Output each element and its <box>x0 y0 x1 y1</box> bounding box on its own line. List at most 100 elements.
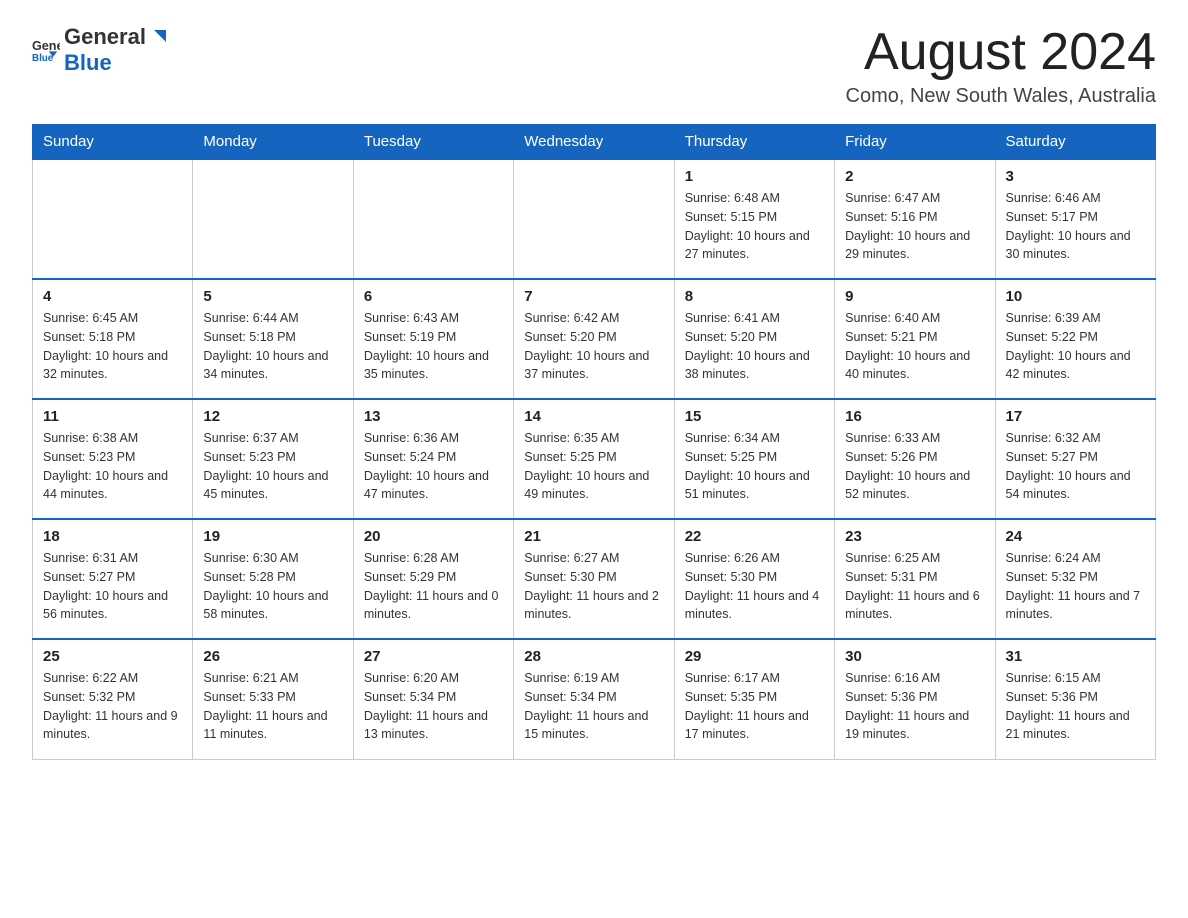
table-row: 15 Sunrise: 6:34 AMSunset: 5:25 PMDayligh… <box>674 399 834 519</box>
day-info: Sunrise: 6:25 AMSunset: 5:31 PMDaylight:… <box>845 549 984 624</box>
day-info: Sunrise: 6:15 AMSunset: 5:36 PMDaylight:… <box>1006 669 1145 744</box>
table-row: 1 Sunrise: 6:48 AMSunset: 5:15 PMDaylight… <box>674 159 834 279</box>
day-info: Sunrise: 6:48 AMSunset: 5:15 PMDaylight:… <box>685 189 824 264</box>
table-row: 21 Sunrise: 6:27 AMSunset: 5:30 PMDayligh… <box>514 519 674 639</box>
table-row <box>33 159 193 279</box>
calendar-header-row: SundayMondayTuesdayWednesdayThursdayFrid… <box>33 125 1156 160</box>
day-info: Sunrise: 6:35 AMSunset: 5:25 PMDaylight:… <box>524 429 663 504</box>
table-row <box>193 159 353 279</box>
table-row <box>514 159 674 279</box>
day-info: Sunrise: 6:41 AMSunset: 5:20 PMDaylight:… <box>685 309 824 384</box>
day-number: 2 <box>845 168 984 185</box>
table-row: 3 Sunrise: 6:46 AMSunset: 5:17 PMDaylight… <box>995 159 1155 279</box>
day-number: 15 <box>685 408 824 425</box>
logo-triangle-icon <box>148 26 170 48</box>
table-row: 11Sunrise: 6:38 AMSunset: 5:23 PMDayligh… <box>33 399 193 519</box>
table-row: 30 Sunrise: 6:16 AMSunset: 5:36 PMDayligh… <box>835 639 995 759</box>
day-info: Sunrise: 6:47 AMSunset: 5:16 PMDaylight:… <box>845 189 984 264</box>
day-info: Sunrise: 6:26 AMSunset: 5:30 PMDaylight:… <box>685 549 824 624</box>
day-number: 5 <box>203 288 342 305</box>
day-info: Sunrise: 6:24 AMSunset: 5:32 PMDaylight:… <box>1006 549 1145 624</box>
day-number: 11 <box>43 408 182 425</box>
calendar-header-tuesday: Tuesday <box>353 125 513 160</box>
day-number: 24 <box>1006 528 1145 545</box>
day-info: Sunrise: 6:30 AMSunset: 5:28 PMDaylight:… <box>203 549 342 624</box>
day-number: 21 <box>524 528 663 545</box>
svg-text:Blue: Blue <box>32 53 54 64</box>
table-row: 10 Sunrise: 6:39 AMSunset: 5:22 PMDayligh… <box>995 279 1155 399</box>
day-number: 13 <box>364 408 503 425</box>
table-row: 16Sunrise: 6:33 AMSunset: 5:26 PMDayligh… <box>835 399 995 519</box>
day-number: 1 <box>685 168 824 185</box>
table-row: 22 Sunrise: 6:26 AMSunset: 5:30 PMDayligh… <box>674 519 834 639</box>
logo-general: General <box>64 24 146 50</box>
day-info: Sunrise: 6:40 AMSunset: 5:21 PMDaylight:… <box>845 309 984 384</box>
logo-blue: Blue <box>64 50 112 75</box>
table-row: 7Sunrise: 6:42 AMSunset: 5:20 PMDaylight… <box>514 279 674 399</box>
day-number: 22 <box>685 528 824 545</box>
day-number: 19 <box>203 528 342 545</box>
calendar-header-wednesday: Wednesday <box>514 125 674 160</box>
table-row: 8 Sunrise: 6:41 AMSunset: 5:20 PMDaylight… <box>674 279 834 399</box>
day-info: Sunrise: 6:44 AMSunset: 5:18 PMDaylight:… <box>203 309 342 384</box>
calendar-week-row: 18 Sunrise: 6:31 AMSunset: 5:27 PMDayligh… <box>33 519 1156 639</box>
table-row: 4 Sunrise: 6:45 AMSunset: 5:18 PMDaylight… <box>33 279 193 399</box>
day-number: 18 <box>43 528 182 545</box>
day-info: Sunrise: 6:36 AMSunset: 5:24 PMDaylight:… <box>364 429 503 504</box>
page-header: General Blue General Blue August 2024 Co… <box>32 24 1156 108</box>
logo-icon: General Blue <box>32 36 60 64</box>
day-info: Sunrise: 6:31 AMSunset: 5:27 PMDaylight:… <box>43 549 182 624</box>
table-row: 28Sunrise: 6:19 AMSunset: 5:34 PMDayligh… <box>514 639 674 759</box>
day-number: 25 <box>43 648 182 665</box>
title-area: August 2024 Como, New South Wales, Austr… <box>846 24 1157 108</box>
day-info: Sunrise: 6:20 AMSunset: 5:34 PMDaylight:… <box>364 669 503 744</box>
day-info: Sunrise: 6:32 AMSunset: 5:27 PMDaylight:… <box>1006 429 1145 504</box>
day-number: 10 <box>1006 288 1145 305</box>
day-info: Sunrise: 6:45 AMSunset: 5:18 PMDaylight:… <box>43 309 182 384</box>
calendar-header-thursday: Thursday <box>674 125 834 160</box>
table-row: 20 Sunrise: 6:28 AMSunset: 5:29 PMDayligh… <box>353 519 513 639</box>
calendar-header-saturday: Saturday <box>995 125 1155 160</box>
day-number: 20 <box>364 528 503 545</box>
day-number: 30 <box>845 648 984 665</box>
table-row <box>353 159 513 279</box>
table-row: 6Sunrise: 6:43 AMSunset: 5:19 PMDaylight… <box>353 279 513 399</box>
day-number: 29 <box>685 648 824 665</box>
day-info: Sunrise: 6:39 AMSunset: 5:22 PMDaylight:… <box>1006 309 1145 384</box>
day-number: 3 <box>1006 168 1145 185</box>
table-row: 29 Sunrise: 6:17 AMSunset: 5:35 PMDayligh… <box>674 639 834 759</box>
day-number: 14 <box>524 408 663 425</box>
day-info: Sunrise: 6:17 AMSunset: 5:35 PMDaylight:… <box>685 669 824 744</box>
day-number: 27 <box>364 648 503 665</box>
table-row: 26Sunrise: 6:21 AMSunset: 5:33 PMDayligh… <box>193 639 353 759</box>
logo: General Blue General Blue <box>32 24 170 76</box>
day-info: Sunrise: 6:22 AMSunset: 5:32 PMDaylight:… <box>43 669 182 744</box>
calendar-table: SundayMondayTuesdayWednesdayThursdayFrid… <box>32 124 1156 760</box>
calendar-week-row: 11Sunrise: 6:38 AMSunset: 5:23 PMDayligh… <box>33 399 1156 519</box>
table-row: 23Sunrise: 6:25 AMSunset: 5:31 PMDayligh… <box>835 519 995 639</box>
calendar-header-friday: Friday <box>835 125 995 160</box>
table-row: 31Sunrise: 6:15 AMSunset: 5:36 PMDayligh… <box>995 639 1155 759</box>
day-number: 4 <box>43 288 182 305</box>
day-info: Sunrise: 6:16 AMSunset: 5:36 PMDaylight:… <box>845 669 984 744</box>
calendar-header-sunday: Sunday <box>33 125 193 160</box>
day-info: Sunrise: 6:28 AMSunset: 5:29 PMDaylight:… <box>364 549 503 624</box>
calendar-header-monday: Monday <box>193 125 353 160</box>
day-info: Sunrise: 6:27 AMSunset: 5:30 PMDaylight:… <box>524 549 663 624</box>
calendar-week-row: 4 Sunrise: 6:45 AMSunset: 5:18 PMDaylight… <box>33 279 1156 399</box>
day-number: 28 <box>524 648 663 665</box>
day-number: 12 <box>203 408 342 425</box>
table-row: 2 Sunrise: 6:47 AMSunset: 5:16 PMDaylight… <box>835 159 995 279</box>
calendar-week-row: 1 Sunrise: 6:48 AMSunset: 5:15 PMDaylight… <box>33 159 1156 279</box>
day-info: Sunrise: 6:43 AMSunset: 5:19 PMDaylight:… <box>364 309 503 384</box>
table-row: 18 Sunrise: 6:31 AMSunset: 5:27 PMDayligh… <box>33 519 193 639</box>
table-row: 9 Sunrise: 6:40 AMSunset: 5:21 PMDaylight… <box>835 279 995 399</box>
location: Como, New South Wales, Australia <box>846 85 1157 108</box>
day-info: Sunrise: 6:46 AMSunset: 5:17 PMDaylight:… <box>1006 189 1145 264</box>
table-row: 13 Sunrise: 6:36 AMSunset: 5:24 PMDayligh… <box>353 399 513 519</box>
table-row: 27 Sunrise: 6:20 AMSunset: 5:34 PMDayligh… <box>353 639 513 759</box>
day-number: 8 <box>685 288 824 305</box>
table-row: 14 Sunrise: 6:35 AMSunset: 5:25 PMDayligh… <box>514 399 674 519</box>
day-number: 9 <box>845 288 984 305</box>
day-info: Sunrise: 6:34 AMSunset: 5:25 PMDaylight:… <box>685 429 824 504</box>
